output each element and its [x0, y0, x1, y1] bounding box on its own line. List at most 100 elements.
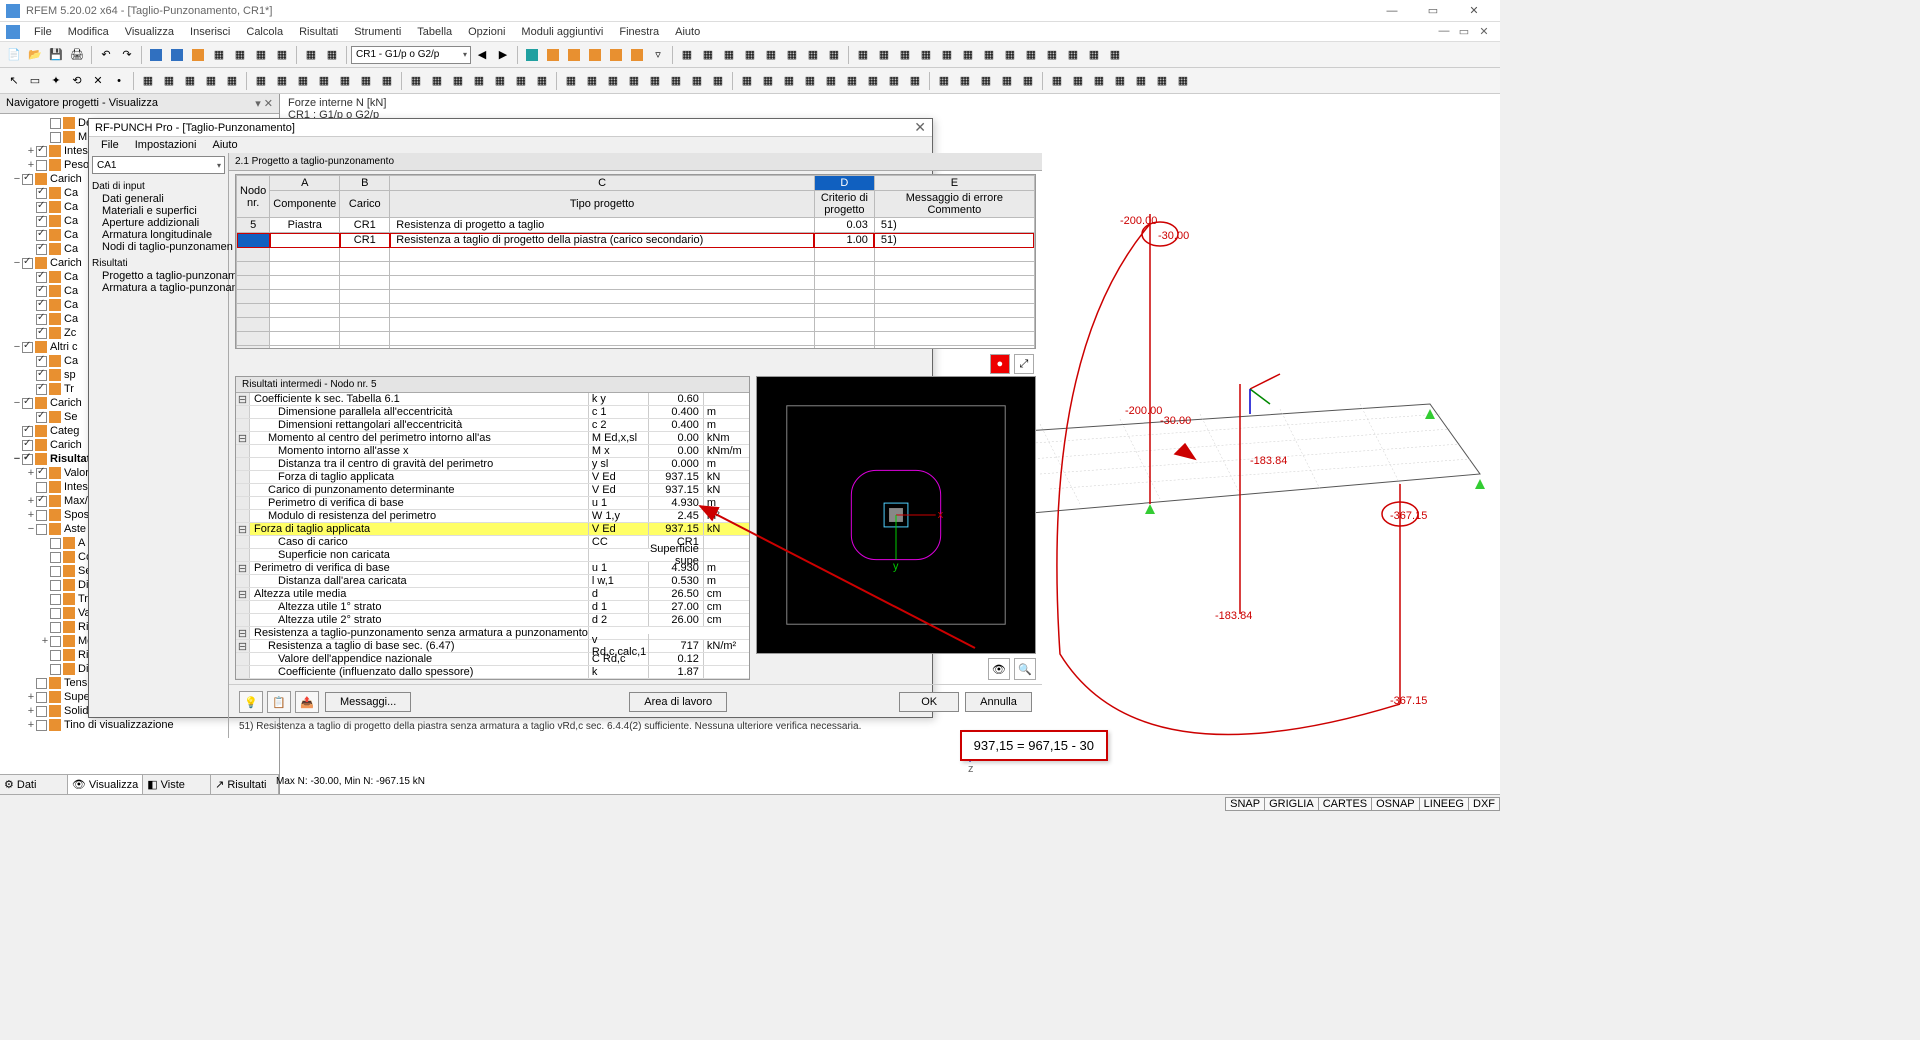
- menu-inserisci[interactable]: Inserisci: [182, 24, 238, 40]
- tb-save[interactable]: 💾: [46, 45, 66, 65]
- grid-tool-2[interactable]: ⤢: [1014, 354, 1034, 374]
- status-tag-snap[interactable]: SNAP: [1225, 797, 1265, 811]
- status-tag-griglia[interactable]: GRIGLIA: [1264, 797, 1319, 811]
- tb2-3[interactable]: ✦: [46, 71, 66, 91]
- dlg-area-button[interactable]: Area di lavoro: [629, 692, 727, 712]
- tb-new[interactable]: 📄: [4, 45, 24, 65]
- dlg-annulla-button[interactable]: Annulla: [965, 692, 1032, 712]
- status-tag-cartes[interactable]: CARTES: [1318, 797, 1372, 811]
- dlg-btn-export[interactable]: 📤: [295, 691, 319, 713]
- tb2-28[interactable]: ▦: [603, 71, 623, 91]
- dlg-messaggi-button[interactable]: Messaggi...: [325, 692, 411, 712]
- inter-row[interactable]: Altezza utile 2° stratod 226.00cm: [236, 614, 749, 627]
- preview-3d[interactable]: x y: [756, 376, 1036, 654]
- menu-moduli[interactable]: Moduli aggiuntivi: [513, 24, 611, 40]
- tb-b4[interactable]: ▦: [209, 45, 229, 65]
- close-button[interactable]: ✕: [1454, 0, 1494, 22]
- nav-tab-dati[interactable]: ⚙Dati: [0, 775, 68, 794]
- tb2-11[interactable]: ▦: [222, 71, 242, 91]
- inter-row[interactable]: ⊟Perimetro di verifica di baseu 14.930m: [236, 562, 749, 575]
- inter-row[interactable]: ⊟Forza di taglio applicataV Ed937.15kN: [236, 523, 749, 536]
- tb-next[interactable]: ▶: [493, 45, 513, 65]
- tb2-54[interactable]: ▦: [1173, 71, 1193, 91]
- tb-d5[interactable]: ▦: [761, 45, 781, 65]
- grid-tool-1[interactable]: ●: [990, 354, 1010, 374]
- tb-open[interactable]: 📂: [25, 45, 45, 65]
- tb2-40[interactable]: ▦: [863, 71, 883, 91]
- tb-e11[interactable]: ▦: [1063, 45, 1083, 65]
- dlg-tree-nodi[interactable]: Nodi di taglio-punzonamen: [92, 241, 225, 253]
- tb2-23[interactable]: ▦: [490, 71, 510, 91]
- tb-e3[interactable]: ▦: [895, 45, 915, 65]
- nav-tab-risultati[interactable]: ↗Risultati: [211, 775, 279, 794]
- tb-undo[interactable]: ↶: [96, 45, 116, 65]
- preview-zoom-button[interactable]: 🔍: [1014, 658, 1036, 680]
- tb-c7[interactable]: ▿: [648, 45, 668, 65]
- tb-e10[interactable]: ▦: [1042, 45, 1062, 65]
- tb2-7[interactable]: ▦: [138, 71, 158, 91]
- tb2-24[interactable]: ▦: [511, 71, 531, 91]
- tb-d6[interactable]: ▦: [782, 45, 802, 65]
- navigator-pin[interactable]: ▾ ✕: [255, 97, 273, 110]
- tb-b7[interactable]: ▦: [272, 45, 292, 65]
- tb2-19[interactable]: ▦: [406, 71, 426, 91]
- tb2-21[interactable]: ▦: [448, 71, 468, 91]
- design-grid[interactable]: Nodo nr. A B C D E Componente Carico Tip…: [235, 174, 1036, 349]
- tb2-43[interactable]: ▦: [934, 71, 954, 91]
- dlg-menu-impostazioni[interactable]: Impostazioni: [127, 137, 205, 153]
- tb-d1[interactable]: ▦: [677, 45, 697, 65]
- tb2-53[interactable]: ▦: [1152, 71, 1172, 91]
- tb2-17[interactable]: ▦: [356, 71, 376, 91]
- menu-opzioni[interactable]: Opzioni: [460, 24, 513, 40]
- menu-calcola[interactable]: Calcola: [238, 24, 291, 40]
- tb-e5[interactable]: ▦: [937, 45, 957, 65]
- inter-row[interactable]: ⊟Altezza utile mediad26.50cm: [236, 588, 749, 601]
- tb-c2[interactable]: [543, 45, 563, 65]
- nav-tab-visualizza[interactable]: 👁Visualizza: [68, 775, 143, 794]
- tb-e9[interactable]: ▦: [1021, 45, 1041, 65]
- tb2-30[interactable]: ▦: [645, 71, 665, 91]
- tb2-44[interactable]: ▦: [955, 71, 975, 91]
- tb-redo[interactable]: ↷: [117, 45, 137, 65]
- tb-c1[interactable]: [522, 45, 542, 65]
- dlg-tree-dati-generali[interactable]: Dati generali: [92, 193, 225, 205]
- inter-row[interactable]: Coefficiente (influenzato dallo spessore…: [236, 666, 749, 679]
- preview-eye-button[interactable]: 👁: [988, 658, 1010, 680]
- inter-row[interactable]: Forza di taglio applicataV Ed937.15kN: [236, 471, 749, 484]
- tb-print[interactable]: 🖨: [67, 45, 87, 65]
- tb-e6[interactable]: ▦: [958, 45, 978, 65]
- dlg-btn-help[interactable]: 💡: [239, 691, 263, 713]
- tb2-52[interactable]: ▦: [1131, 71, 1151, 91]
- inter-row[interactable]: Dimensioni rettangolari all'eccentricità…: [236, 419, 749, 432]
- tb-b2[interactable]: [167, 45, 187, 65]
- tb2-8[interactable]: ▦: [159, 71, 179, 91]
- tb-b6[interactable]: ▦: [251, 45, 271, 65]
- inter-row[interactable]: ⊟Resistenza a taglio di base sec. (6.47)…: [236, 640, 749, 653]
- tb2-49[interactable]: ▦: [1068, 71, 1088, 91]
- tb2-15[interactable]: ▦: [314, 71, 334, 91]
- dlg-ok-button[interactable]: OK: [899, 692, 959, 712]
- inter-row[interactable]: Valore dell'appendice nazionaleC Rd,c0.1…: [236, 653, 749, 666]
- inter-row[interactable]: Distanza dall'area caricatal w,10.530m: [236, 575, 749, 588]
- tb2-48[interactable]: ▦: [1047, 71, 1067, 91]
- mdi-minimize[interactable]: —: [1434, 25, 1454, 38]
- tb2-41[interactable]: ▦: [884, 71, 904, 91]
- maximize-button[interactable]: ▭: [1413, 0, 1453, 22]
- tb2-47[interactable]: ▦: [1018, 71, 1038, 91]
- status-tag-dxf[interactable]: DXF: [1468, 797, 1500, 811]
- dialog-close-button[interactable]: ✕: [896, 119, 926, 136]
- tb-e4[interactable]: ▦: [916, 45, 936, 65]
- tb2-50[interactable]: ▦: [1089, 71, 1109, 91]
- inter-row[interactable]: Momento intorno all'asse xM x0.00kNm/m: [236, 445, 749, 458]
- tb2-25[interactable]: ▦: [532, 71, 552, 91]
- dialog-tree[interactable]: Dati di input Dati generali Materiali e …: [89, 177, 228, 738]
- inter-grid[interactable]: ⊟Coefficiente k sec. Tabella 6.1k y0.60D…: [236, 393, 749, 679]
- dlg-menu-aiuto[interactable]: Aiuto: [205, 137, 246, 153]
- dlg-case-combo[interactable]: CA1: [92, 156, 225, 174]
- tb2-26[interactable]: ▦: [561, 71, 581, 91]
- tb2-2[interactable]: ▭: [25, 71, 45, 91]
- grid-row[interactable]: 5PiastraCR1Resistenza di progetto a tagl…: [237, 218, 1035, 233]
- grid-row[interactable]: CR1Resistenza a taglio di progetto della…: [237, 233, 1035, 248]
- menu-finestra[interactable]: Finestra: [611, 24, 667, 40]
- tb-c6[interactable]: [627, 45, 647, 65]
